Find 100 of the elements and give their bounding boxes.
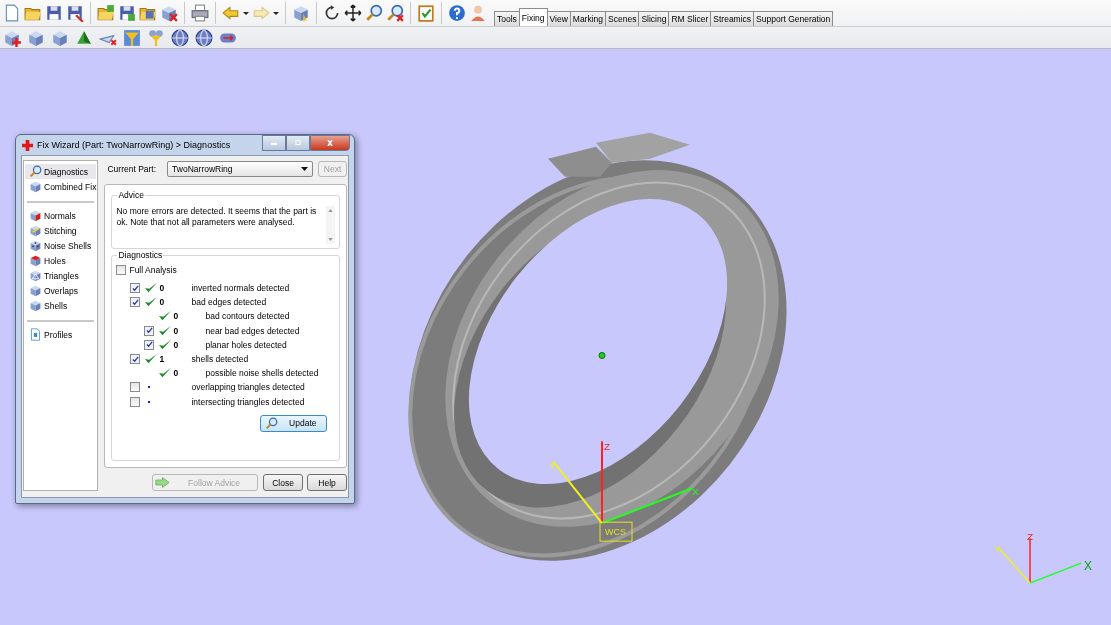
diagnostic-label: intersecting triangles detected	[191, 396, 305, 407]
delete-part-icon[interactable]	[160, 4, 178, 22]
dialog-button[interactable]: Close	[263, 474, 304, 491]
ribbon-tab[interactable]: Scenes	[605, 11, 640, 26]
nav-item[interactable]: Profiles	[25, 327, 97, 342]
part-dropdown[interactable]: TwoNarrowRing	[167, 161, 314, 177]
count-value: 0	[173, 311, 179, 322]
cube-icon	[29, 299, 42, 312]
group-title: Diagnostics	[117, 250, 164, 260]
diagnostic-label: near bad edges detected	[205, 325, 300, 336]
checkbox[interactable]	[130, 382, 141, 393]
dropdown-arrow-icon	[301, 167, 309, 171]
arrow-icon	[155, 476, 171, 489]
diagnostic-label: shells detected	[191, 354, 249, 365]
nav-item[interactable]: Triangles	[25, 268, 97, 283]
nav-item[interactable]: Holes	[25, 253, 97, 268]
count-value: 0	[159, 283, 165, 294]
ribbon-tab[interactable]: RM Slicer	[668, 11, 712, 26]
diagnostic-label: bad contours detected	[205, 311, 290, 322]
axis-label: Z	[1027, 531, 1034, 543]
ribbon-tab[interactable]: Slicing	[638, 11, 670, 26]
cross-icon	[22, 139, 33, 151]
checkbox-label: Full Analysis	[129, 264, 177, 275]
nav-item[interactable]: Diagnostics	[25, 164, 97, 179]
minimize-icon	[269, 140, 279, 146]
diagnostic-label: planar holes detected	[205, 339, 287, 350]
close-icon	[325, 140, 335, 146]
cube-plus-icon[interactable]	[3, 28, 21, 47]
diagnostic-label: overlapping triangles detected	[191, 382, 305, 393]
select-cube-icon[interactable]	[292, 4, 310, 22]
cube-icon	[29, 209, 42, 222]
checkbox[interactable]	[130, 396, 141, 407]
update-button[interactable]: Update	[260, 414, 328, 432]
count-value: 0	[173, 368, 179, 379]
axis-label: Z	[604, 441, 611, 453]
cube-icon	[29, 254, 42, 267]
wcs-label: WCS	[605, 527, 626, 538]
zoom-icon[interactable]	[365, 4, 383, 22]
checkbox[interactable]	[144, 339, 155, 350]
count-value: 0	[173, 325, 179, 336]
scroll-up-icon[interactable]	[328, 209, 334, 212]
nav-item[interactable]: Stitching	[25, 223, 97, 238]
checkbox[interactable]	[116, 264, 127, 275]
advice-text: No more errors are detected. It seems that the part is ok. Note that not all parameters were analysed.	[116, 206, 318, 229]
wcs-label-frame	[599, 521, 633, 542]
close-button[interactable]	[310, 135, 350, 151]
checkbox[interactable]	[130, 297, 141, 308]
diagnostic-label: possible noise shells detected	[205, 368, 319, 379]
funnel-icon[interactable]	[147, 28, 165, 47]
checkbox[interactable]	[130, 354, 141, 365]
maximize-icon	[293, 140, 303, 146]
print-icon[interactable]	[191, 4, 209, 22]
checkbox[interactable]	[144, 325, 155, 336]
cube-icon	[29, 224, 42, 237]
ribbon-tab[interactable]: View	[546, 11, 571, 26]
nav-item[interactable]: Overlaps	[25, 283, 97, 298]
move-icon[interactable]	[344, 4, 362, 22]
nav-item[interactable]: Normals	[25, 208, 97, 223]
checklist-icon[interactable]	[417, 4, 435, 22]
checkbox[interactable]	[130, 283, 141, 294]
axis-label: Y	[994, 543, 1001, 555]
nav-item[interactable]: Shells	[25, 298, 97, 313]
scrollbar[interactable]	[326, 206, 336, 244]
save-icon[interactable]	[45, 4, 63, 22]
ribbon-tab[interactable]: Tools	[494, 11, 520, 26]
help-icon[interactable]	[448, 4, 466, 22]
cube-icon[interactable]	[27, 28, 45, 47]
ribbon-tab[interactable]: Streamics	[710, 11, 755, 26]
diagnostic-label: bad edges detected	[191, 297, 267, 308]
cube-icon	[29, 239, 42, 252]
maximize-button[interactable]	[286, 135, 310, 151]
sphere-icon[interactable]	[171, 28, 189, 47]
origin-point	[598, 351, 606, 359]
axis-label: X	[692, 486, 699, 498]
new-document-icon[interactable]	[3, 4, 21, 22]
current-part-label: Current Part:	[107, 164, 157, 174]
window-title: Fix Wizard (Part: TwoNarrowRing) > Diagnostics	[37, 140, 232, 150]
minimize-button[interactable]	[262, 135, 286, 151]
magnifier-icon	[29, 165, 42, 178]
zoom-cancel-icon[interactable]	[386, 4, 404, 22]
sphere-icon[interactable]	[195, 28, 213, 47]
import-folder-icon[interactable]	[97, 4, 115, 22]
group-title: Advice	[117, 190, 145, 200]
cube-icon	[29, 269, 42, 282]
ribbon-tab[interactable]: Support Generation	[753, 11, 834, 26]
scroll-down-icon[interactable]	[328, 238, 334, 241]
person-icon[interactable]	[469, 4, 487, 22]
nav-item[interactable]: Noise Shells	[25, 238, 97, 253]
axis-label: X	[1084, 559, 1092, 574]
cube-icon	[29, 180, 42, 193]
count-value: 0	[159, 297, 165, 308]
document-icon	[29, 328, 42, 341]
rotate-icon[interactable]	[323, 4, 341, 22]
triangle-filter-icon[interactable]	[123, 28, 141, 47]
nav-item[interactable]: Combined Fix	[25, 179, 97, 194]
dialog-button[interactable]: Help	[307, 474, 348, 491]
count-value: 0	[173, 339, 179, 350]
save-as-icon[interactable]	[66, 4, 84, 22]
ribbon-tab[interactable]: Fixing	[518, 8, 548, 26]
save-part-icon[interactable]	[118, 4, 136, 22]
